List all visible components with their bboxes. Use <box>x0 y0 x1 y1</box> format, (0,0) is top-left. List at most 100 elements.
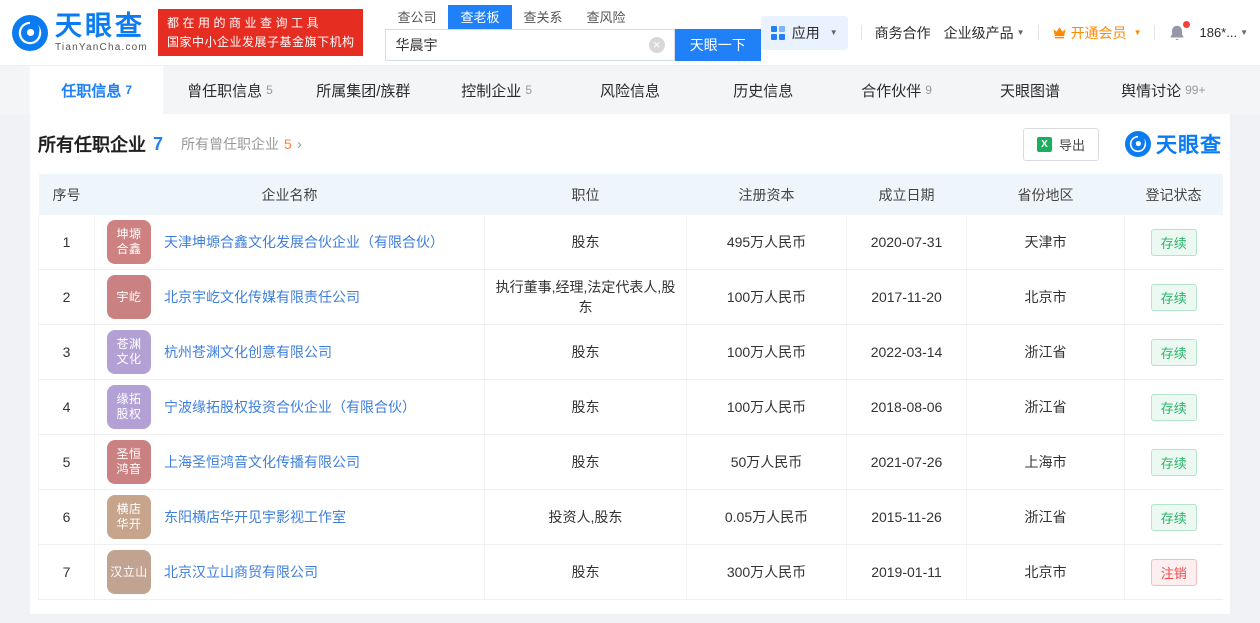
account-phone: 186*... <box>1199 25 1238 40</box>
search-area: 查公司查老板查关系查风险 × 天眼一下 <box>385 4 761 61</box>
company-link[interactable]: 天津坤塬合鑫文化发展合伙企业（有限合伙） <box>164 232 444 252</box>
apps-menu[interactable]: 应用 ▼ <box>760 15 848 50</box>
company-link[interactable]: 北京宇屹文化传媒有限责任公司 <box>164 287 360 307</box>
row-index: 6 <box>38 489 95 545</box>
enterprise-products-menu[interactable]: 企业级产品 ▼ <box>944 23 1025 43</box>
nav-tab-label: 历史信息 <box>733 82 794 100</box>
position-cell: 股东 <box>484 434 687 490</box>
table-row: 3 苍渊 文化 杭州苍渊文化创意有限公司 股东 100万人民币 2022-03-1… <box>38 324 1223 380</box>
column-header: 序号 <box>38 174 95 215</box>
divider <box>1037 25 1039 40</box>
nav-tab-label: 合作伙伴 <box>861 82 922 100</box>
logo-subtitle: TianYanCha.com <box>55 41 148 53</box>
founded-date-cell: 2018-08-06 <box>846 379 967 435</box>
capital-cell: 300万人民币 <box>686 544 847 600</box>
company-cell: 横店 华开 东阳横店华开见宇影视工作室 <box>94 489 485 545</box>
table-row: 6 横店 华开 东阳横店华开见宇影视工作室 投资人,股东 0.05万人民币 201… <box>38 489 1223 545</box>
capital-cell: 0.05万人民币 <box>686 489 847 545</box>
search-tab[interactable]: 查关系 <box>512 5 575 29</box>
nav-tab[interactable]: 合作伙伴 9 <box>830 66 963 114</box>
account-menu[interactable]: 186*... ▼ <box>1199 25 1248 40</box>
row-index: 2 <box>38 269 95 325</box>
search-tab[interactable]: 查公司 <box>385 5 448 29</box>
caret-down-icon: ▼ <box>1240 28 1248 37</box>
table-header-row: 序号 企业名称 职位 注册资本 成立日期 省份地区 登记状态 <box>38 174 1223 215</box>
nav-tab[interactable]: 风险信息 <box>563 66 696 114</box>
table-row: 4 缘拓 股权 宁波缘拓股权投资合伙企业（有限合伙） 股东 100万人民币 201… <box>38 379 1223 435</box>
nav-tab[interactable]: 曾任职信息 5 <box>163 66 296 114</box>
logo-title: 天眼查 <box>55 10 145 41</box>
company-badge: 坤塬 合鑫 <box>107 220 151 264</box>
nav-tab-label: 所属集团/族群 <box>316 82 411 100</box>
region-cell: 北京市 <box>966 269 1125 325</box>
capital-cell: 100万人民币 <box>686 379 847 435</box>
row-index: 5 <box>38 434 95 490</box>
column-header: 成立日期 <box>846 174 967 215</box>
status-badge: 存续 <box>1150 283 1197 311</box>
tianyancha-logo[interactable]: 天眼查 TianYanCha.com <box>12 10 148 53</box>
status-badge: 存续 <box>1150 338 1197 366</box>
nav-tab-label: 控制企业 <box>461 82 522 100</box>
table-row: 7 汉立山 北京汉立山商贸有限公司 股东 300万人民币 2019-01-11 … <box>38 544 1223 600</box>
region-cell: 浙江省 <box>966 324 1125 380</box>
nav-tab[interactable]: 舆情讨论 99+ <box>1097 66 1230 114</box>
column-header: 省份地区 <box>966 174 1125 215</box>
nav-tab-label: 天眼图谱 <box>999 82 1060 100</box>
status-cell: 注销 <box>1124 544 1223 600</box>
company-cell: 坤塬 合鑫 天津坤塬合鑫文化发展合伙企业（有限合伙） <box>94 215 485 270</box>
table-row: 1 坤塬 合鑫 天津坤塬合鑫文化发展合伙企业（有限合伙） 股东 495万人民币 2… <box>38 215 1223 270</box>
nav-tab[interactable]: 历史信息 <box>697 66 830 114</box>
slogan-line1: 都在用的商业查询工具 <box>166 15 322 30</box>
founded-date-cell: 2020-07-31 <box>846 215 967 270</box>
chevron-right-icon: › <box>296 135 302 153</box>
status-badge: 存续 <box>1150 448 1197 476</box>
former-positions-count: 5 <box>284 136 292 152</box>
company-link[interactable]: 杭州苍渊文化创意有限公司 <box>164 342 332 362</box>
search-input[interactable] <box>395 36 649 53</box>
row-index: 1 <box>38 215 95 270</box>
section-tabbar: 任职信息 7 曾任职信息 5 所属集团/族群 控制企业 5 风险信息 历史信息 … <box>0 66 1260 114</box>
watermark-label: 天眼查 <box>1156 134 1222 157</box>
company-link[interactable]: 上海圣恒鸿音文化传播有限公司 <box>164 452 360 472</box>
region-cell: 浙江省 <box>966 489 1125 545</box>
nav-tab-count: 7 <box>125 83 133 97</box>
nav-tab[interactable]: 所属集团/族群 <box>297 66 430 114</box>
region-cell: 北京市 <box>966 544 1125 600</box>
company-link[interactable]: 北京汉立山商贸有限公司 <box>164 562 318 582</box>
nav-tab-count: 5 <box>266 83 273 97</box>
search-tab[interactable]: 查老板 <box>448 4 512 29</box>
notification-dot <box>1183 20 1191 28</box>
company-link[interactable]: 宁波缘拓股权投资合伙企业（有限合伙） <box>164 397 416 417</box>
former-positions-link[interactable]: 所有曾任职企业 5 › <box>181 134 302 154</box>
column-header: 职位 <box>484 174 687 215</box>
export-button[interactable]: X 导出 <box>1022 127 1099 161</box>
company-badge: 横店 华开 <box>107 495 151 539</box>
nav-tab[interactable]: 任职信息 7 <box>30 66 164 114</box>
clear-icon[interactable]: × <box>648 36 665 53</box>
nav-tab[interactable]: 控制企业 5 <box>430 66 563 114</box>
search-button[interactable]: 天眼一下 <box>674 28 761 61</box>
nav-tab-label: 曾任职信息 <box>187 82 263 100</box>
slogan-badge: 都在用的商业查询工具 国家中小企业发展子基金旗下机构 <box>157 8 364 57</box>
company-cell: 汉立山 北京汉立山商贸有限公司 <box>94 544 485 600</box>
section-title: 所有任职企业 <box>38 135 146 155</box>
business-coop-link[interactable]: 商务合作 <box>875 23 931 43</box>
watermark-logo: 天眼查 <box>1125 129 1222 159</box>
caret-down-icon: ▼ <box>829 28 838 37</box>
table-row: 5 圣恒 鸿音 上海圣恒鸿音文化传播有限公司 股东 50万人民币 2021-07-… <box>38 434 1223 490</box>
column-header: 登记状态 <box>1124 174 1223 215</box>
founded-date-cell: 2022-03-14 <box>846 324 967 380</box>
nav-tab-label: 风险信息 <box>599 82 660 100</box>
nav-tab[interactable]: 天眼图谱 <box>963 66 1096 114</box>
status-cell: 存续 <box>1124 269 1223 325</box>
search-tab[interactable]: 查风险 <box>575 5 638 29</box>
status-cell: 存续 <box>1124 379 1223 435</box>
nav-tab-count: 5 <box>525 83 532 97</box>
status-cell: 存续 <box>1124 434 1223 490</box>
row-index: 7 <box>38 544 95 600</box>
vip-upgrade-link[interactable]: 开通会员 ▼ <box>1052 23 1141 43</box>
notifications-bell[interactable] <box>1168 20 1191 42</box>
status-badge: 存续 <box>1150 393 1197 421</box>
company-link[interactable]: 东阳横店华开见宇影视工作室 <box>164 507 346 527</box>
position-cell: 股东 <box>484 379 687 435</box>
